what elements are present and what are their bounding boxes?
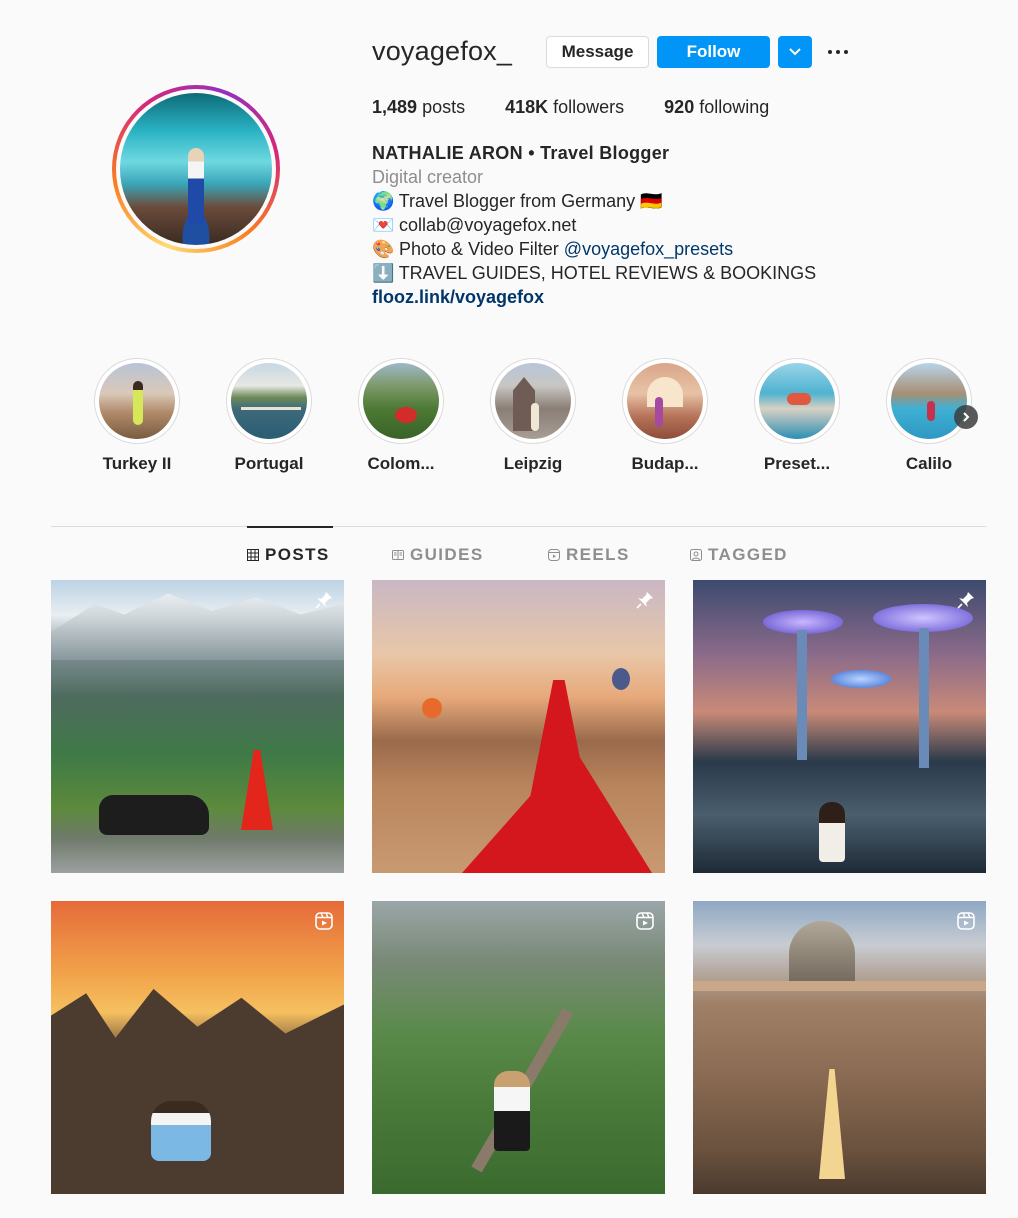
highlight-cover (226, 358, 312, 444)
tabs-divider (51, 526, 986, 527)
pin-icon (956, 590, 976, 610)
highlight-image (231, 363, 307, 439)
pin-icon (635, 590, 655, 610)
profile-bio: NATHALIE ARON • Travel Blogger Digital c… (372, 141, 816, 309)
full-name: NATHALIE ARON • Travel Blogger (372, 143, 670, 163)
highlight-image (627, 363, 703, 439)
bio-line-2: 💌 collab@voyagefox.net (372, 213, 816, 237)
down-arrow-icon: ⬇️ (372, 263, 395, 283)
post-image (51, 901, 344, 1194)
highlight-image (363, 363, 439, 439)
highlight-turkey-ii[interactable]: Turkey II (93, 358, 181, 474)
highlights-next-button[interactable] (954, 405, 978, 429)
tagged-icon (690, 549, 702, 561)
highlight-image (99, 363, 175, 439)
tab-reels[interactable]: REELS (548, 545, 630, 565)
highlight-label: Preset... (763, 454, 831, 473)
post-image (693, 901, 986, 1194)
tab-label: TAGGED (708, 545, 788, 564)
tab-guides[interactable]: GUIDES (392, 545, 484, 565)
chevron-right-icon (963, 412, 970, 422)
highlight-cover (358, 358, 444, 444)
bio-line-1-text: Travel Blogger from Germany (398, 191, 636, 211)
tab-tagged[interactable]: TAGGED (690, 545, 788, 565)
highlight-label: Budap... (631, 454, 699, 473)
posts-count: 1,489 (372, 97, 418, 117)
germany-flag-icon: 🇩🇪 (640, 191, 663, 211)
post-image (372, 901, 665, 1194)
highlight-portugal[interactable]: Portugal (225, 358, 313, 474)
highlight-cover (754, 358, 840, 444)
love-letter-icon: 💌 (372, 215, 395, 235)
website-link[interactable]: flooz.link/voyagefox (372, 285, 816, 309)
more-options-icon[interactable] (828, 44, 852, 60)
tab-posts[interactable]: POSTS (247, 545, 330, 565)
highlight-colombia[interactable]: Colom... (357, 358, 445, 474)
highlight-leipzig[interactable]: Leipzig (489, 358, 577, 474)
avatar-border (116, 89, 276, 249)
bio-line-1: 🌍 Travel Blogger from Germany 🇩🇪 (372, 189, 816, 213)
reels-icon (635, 911, 655, 931)
pin-icon (314, 590, 334, 610)
profile-username: voyagefox_ (372, 36, 513, 66)
post-image (51, 580, 344, 873)
highlight-budapest[interactable]: Budap... (621, 358, 709, 474)
highlight-image (759, 363, 835, 439)
tab-label: GUIDES (410, 545, 484, 564)
post-thumbnail[interactable] (372, 901, 665, 1194)
highlight-cover (94, 358, 180, 444)
posts-stat: 1,489 posts (372, 97, 465, 118)
reels-icon (314, 911, 334, 931)
message-button[interactable]: Message (546, 36, 649, 68)
post-thumbnail[interactable] (693, 901, 986, 1194)
highlight-label: Turkey II (102, 454, 172, 473)
palette-icon: 🎨 (372, 239, 395, 259)
highlight-image (495, 363, 571, 439)
bio-email: collab@voyagefox.net (399, 215, 577, 235)
following-label: following (699, 97, 770, 117)
highlight-cover (490, 358, 576, 444)
suggested-accounts-button[interactable] (778, 36, 812, 68)
presets-mention-link[interactable]: @voyagefox_presets (564, 239, 733, 259)
category-label: Digital creator (372, 167, 484, 187)
following-count: 920 (664, 97, 695, 117)
follow-button[interactable]: Follow (657, 36, 770, 68)
highlight-label: Colom... (367, 454, 435, 473)
highlight-label: Portugal (234, 454, 304, 473)
bio-line-3-text: Photo & Video Filter (399, 239, 559, 259)
post-thumbnail[interactable] (51, 901, 344, 1194)
highlight-cover (886, 358, 972, 444)
globe-icon: 🌍 (372, 191, 395, 211)
post-thumbnail[interactable] (693, 580, 986, 873)
post-thumbnail[interactable] (51, 580, 344, 873)
posts-label: posts (422, 97, 466, 117)
reels-icon (956, 911, 976, 931)
avatar-photo (120, 93, 272, 245)
bio-line-4-text: TRAVEL GUIDES, HOTEL REVIEWS & BOOKINGS (398, 263, 817, 283)
tab-label: REELS (566, 545, 630, 564)
following-stat[interactable]: 920 following (664, 97, 769, 118)
grid-icon (247, 549, 259, 561)
active-tab-indicator (247, 526, 333, 528)
post-image (372, 580, 665, 873)
tab-label: POSTS (265, 545, 330, 564)
followers-stat[interactable]: 418K followers (505, 97, 624, 118)
highlight-label: Leipzig (503, 454, 563, 473)
followers-count: 418K (505, 97, 549, 117)
post-thumbnail[interactable] (372, 580, 665, 873)
chevron-down-icon (789, 48, 801, 56)
bio-line-4: ⬇️ TRAVEL GUIDES, HOTEL REVIEWS & BOOKIN… (372, 261, 816, 285)
bio-line-3: 🎨 Photo & Video Filter @voyagefox_preset… (372, 237, 816, 261)
profile-avatar[interactable] (112, 85, 280, 253)
followers-label: followers (553, 97, 625, 117)
reels-icon (548, 549, 560, 561)
post-image (693, 580, 986, 873)
highlight-image (891, 363, 967, 439)
highlight-cover (622, 358, 708, 444)
profile-stats: 1,489 posts 418K followers 920 following (372, 97, 809, 118)
highlight-presets[interactable]: Preset... (753, 358, 841, 474)
avatar-figure (188, 147, 204, 224)
guides-icon (392, 550, 404, 560)
highlight-label: Calilo (905, 454, 953, 473)
